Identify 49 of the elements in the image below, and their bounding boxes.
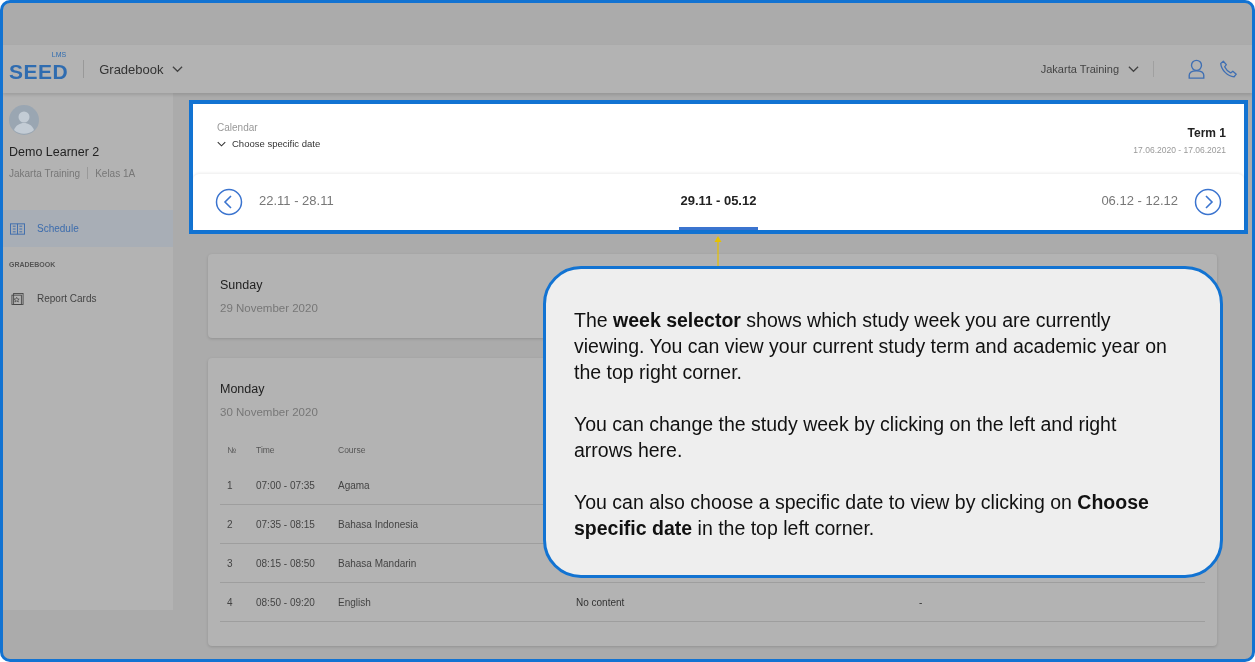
week-tab[interactable]: 29.11 - 05.12 [678, 174, 759, 230]
table-cell-text: Bahasa Indonesia [338, 518, 420, 530]
day-date: 29 November 2020 [220, 302, 319, 314]
term-name: Term 1 [1186, 126, 1226, 140]
user-icon[interactable] [1187, 59, 1206, 79]
nav-item[interactable]: Report Cards [3, 280, 173, 317]
table-cell-text: 08:50 - 09:20 [256, 596, 316, 608]
column-header: № [226, 445, 238, 455]
table-cell-text: 2 [226, 518, 234, 530]
next-week-button[interactable] [1194, 188, 1222, 216]
week-tab[interactable]: 22.11 - 28.11 [257, 174, 336, 230]
day-date: 30 November 2020 [220, 406, 319, 418]
pointer-arrow [713, 236, 723, 268]
table-cell: - [919, 596, 923, 608]
day-name: Monday [220, 382, 265, 396]
table-cell-text: 3 [226, 557, 234, 569]
term-dates: 17.06.2020 - 17.06.2021 [1133, 145, 1226, 155]
tooltip-paragraph: The week selector shows which study week you are currently viewing. You can view your current study term and academic year on the top right corner. [574, 308, 1168, 385]
module-dropdown[interactable]: Gradebook [99, 61, 183, 77]
column-header: Course [338, 445, 367, 455]
table-cell-text: No content [576, 596, 626, 608]
table-cell-text: 4 [226, 596, 234, 608]
user-name: Demo Learner 2 [9, 145, 101, 159]
column-header: Time [256, 445, 276, 455]
day-name: Sunday [220, 278, 263, 292]
chevron-down-icon [1128, 65, 1139, 73]
school-dropdown[interactable]: Jakarta Training [1040, 63, 1139, 75]
table-cell-text: 07:35 - 08:15 [256, 518, 316, 530]
table-cell-text: 08:15 - 08:50 [256, 557, 316, 569]
table-cell-text: Bahasa Mandarin [338, 557, 418, 569]
phone-icon[interactable] [1219, 59, 1238, 79]
nav-item[interactable]: Schedule [3, 210, 173, 247]
table-cell-text: 1 [226, 479, 234, 491]
calendar-label: Calendar [217, 122, 259, 133]
avatar-icon [9, 105, 39, 135]
user-class: Kelas 1A [95, 167, 136, 179]
tooltip-paragraph: You can change the study week by clicking on the left and right arrows here. [574, 412, 1118, 463]
star-document-icon [10, 292, 25, 305]
table-cell-text: English [338, 596, 372, 608]
user-school: Jakarta Training [9, 167, 81, 179]
date-picker-toggle[interactable]: Choose specific date [217, 138, 321, 149]
table-cell-text: Agama [338, 479, 371, 491]
chevron-down-icon [171, 65, 183, 73]
previous-week-button[interactable] [215, 188, 243, 216]
week-tab[interactable]: 06.12 - 12.12 [1099, 174, 1180, 230]
schedule-icon [10, 222, 25, 235]
chevron-down-icon [217, 140, 226, 147]
table-cell-text: 07:00 - 07:35 [256, 479, 316, 491]
tooltip-paragraph: You can also choose a specific date to view by clicking on Choose specific date in the top left corner. [574, 490, 1150, 541]
